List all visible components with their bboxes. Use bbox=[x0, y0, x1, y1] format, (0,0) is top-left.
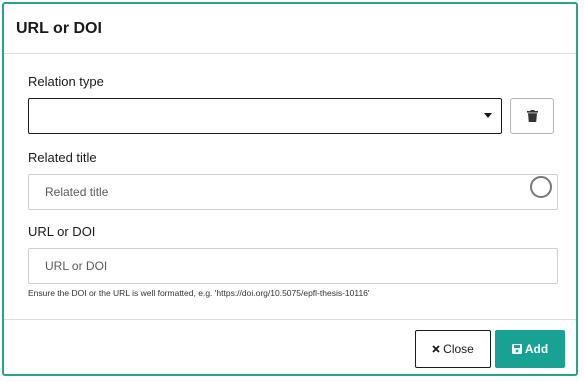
spinner-icon bbox=[530, 176, 552, 198]
trash-icon bbox=[526, 110, 538, 122]
relation-type-select[interactable] bbox=[28, 98, 502, 134]
caret-down-icon bbox=[484, 113, 492, 118]
footer-divider bbox=[4, 319, 576, 320]
relation-type-label: Relation type bbox=[28, 74, 104, 89]
close-button-label: Close bbox=[443, 342, 474, 356]
delete-relation-button[interactable] bbox=[510, 98, 554, 134]
save-icon bbox=[511, 344, 522, 354]
dialog-header: URL or DOI bbox=[4, 4, 576, 54]
url-or-doi-dialog: URL or DOI Relation type Related title U… bbox=[2, 2, 578, 376]
add-button[interactable]: Add bbox=[495, 330, 565, 368]
times-icon bbox=[432, 345, 440, 353]
url-or-doi-help-text: Ensure the DOI or the URL is well format… bbox=[28, 288, 370, 298]
url-or-doi-label: URL or DOI bbox=[28, 224, 96, 239]
close-button[interactable]: Close bbox=[415, 330, 491, 368]
url-or-doi-input[interactable] bbox=[28, 248, 558, 284]
add-button-label: Add bbox=[524, 342, 549, 356]
related-title-label: Related title bbox=[28, 150, 97, 165]
related-title-input[interactable] bbox=[28, 174, 558, 210]
dialog-title: URL or DOI bbox=[16, 19, 102, 37]
